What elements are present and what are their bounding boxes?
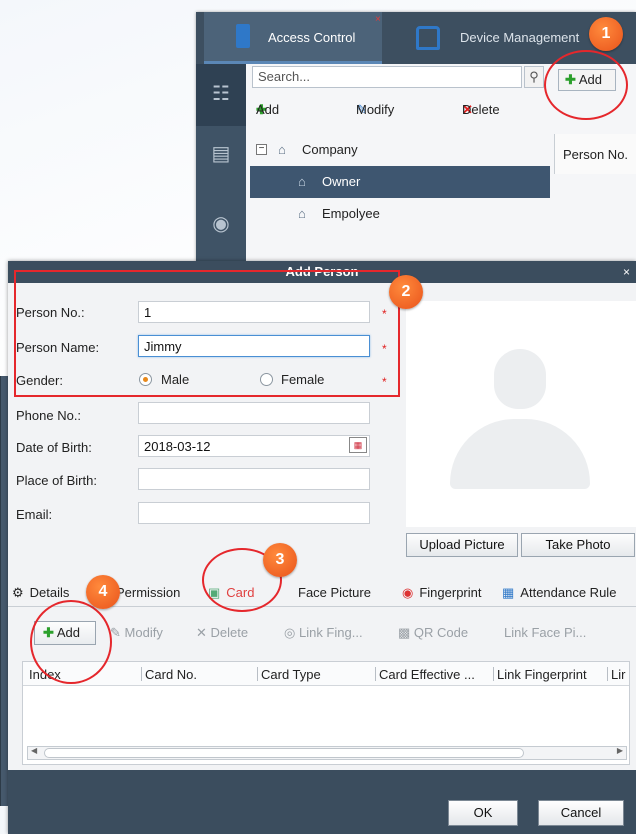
search-input[interactable]: Search...	[252, 66, 522, 88]
tab-permission[interactable]: Permission	[116, 585, 180, 600]
highlight-ring-add-card	[30, 600, 112, 684]
step-badge: 4	[86, 575, 120, 609]
column-header-link-face[interactable]: Lir	[611, 667, 625, 682]
tab-label: Permission	[116, 585, 181, 600]
organization-icon: ☷	[212, 83, 230, 105]
card-table: Index Card No. Card Type Card Effective …	[22, 661, 630, 765]
ok-button[interactable]: OK	[448, 800, 518, 826]
home-icon: ⌂	[298, 174, 306, 189]
fingerprint-icon: ◉	[402, 585, 414, 600]
tab-access-control-label: Access Control	[268, 30, 356, 45]
tab-attendance-rule[interactable]: ▦ Attendance Rule	[502, 585, 616, 601]
qr-code-button[interactable]: ▩ QR Code	[398, 625, 468, 641]
organization-tree: − ⌂ Company ⌂ Owner ⌂ Empolyee	[250, 134, 550, 262]
scroll-left-icon[interactable]: ◀	[31, 746, 37, 755]
calendar-icon[interactable]: ▦	[349, 437, 367, 453]
person-photo-placeholder	[406, 301, 636, 527]
phone-input[interactable]	[138, 402, 370, 424]
tree-item-owner[interactable]: ⌂ Owner	[250, 166, 550, 198]
column-header-card-no[interactable]: Card No.	[145, 667, 197, 682]
home-icon: ⌂	[278, 142, 286, 157]
horizontal-scrollbar[interactable]: ◀ ▶	[27, 746, 627, 760]
home-icon: ⌂	[298, 206, 306, 221]
delete-icon: ✕	[196, 625, 207, 640]
column-divider	[257, 667, 258, 681]
cancel-button[interactable]: Cancel	[538, 800, 624, 826]
column-header-card-type[interactable]: Card Type	[261, 667, 321, 682]
delete-person-label: Delete	[462, 102, 500, 117]
qr-code-label: QR Code	[413, 625, 469, 640]
tab-device-management-label: Device Management	[460, 30, 580, 45]
step-badge: 3	[263, 543, 297, 577]
tree-item-label: Empolyee	[322, 206, 380, 221]
close-tab-icon[interactable]: ×	[375, 14, 381, 25]
tab-label: Attendance Rule	[520, 585, 617, 600]
step-badge: 2	[389, 275, 423, 309]
pob-input[interactable]	[138, 468, 370, 490]
modify-card-label: Modify	[124, 625, 163, 640]
person-no-column-header[interactable]: Person No.	[554, 134, 636, 174]
background-window: Access Control × Device Management ☷ ▤ ◉…	[196, 12, 636, 262]
link-face-label: Link Face Pi...	[504, 625, 587, 640]
modify-card-button[interactable]: ✎ Modify	[110, 625, 163, 641]
scrollbar-thumb[interactable]	[44, 748, 524, 758]
tab-label: Details	[29, 585, 70, 600]
tree-item-label: Company	[302, 142, 358, 157]
column-header-card-effective[interactable]: Card Effective ...	[379, 667, 475, 682]
qr-code-icon: ▩	[398, 625, 411, 640]
column-divider	[493, 667, 494, 681]
tab-label: Fingerprint	[419, 585, 482, 600]
take-photo-button[interactable]: Take Photo	[521, 533, 635, 557]
tab-face-picture[interactable]: Face Picture	[298, 585, 371, 600]
fingerprint-icon: ◎	[284, 625, 296, 640]
camera-icon[interactable]: ◉	[209, 212, 233, 236]
step-badge: 1	[589, 17, 623, 51]
tab-access-control[interactable]: Access Control ×	[204, 12, 382, 64]
highlight-ring-add	[544, 50, 628, 120]
background-panel-edge	[0, 376, 8, 806]
modify-person-label: Modify	[356, 102, 395, 117]
dialog-footer: OK Cancel	[8, 770, 636, 834]
link-fingerprint-button[interactable]: ◎ Link Fing...	[284, 625, 363, 641]
dob-input[interactable]	[138, 435, 370, 457]
column-header-link-fingerprint[interactable]: Link Fingerprint	[497, 667, 587, 682]
device-icon	[416, 26, 440, 50]
tab-details[interactable]: ⚙ Details	[12, 585, 69, 601]
dob-label: Date of Birth:	[16, 440, 92, 455]
email-input[interactable]	[138, 502, 370, 524]
phone-label: Phone No.:	[16, 408, 82, 423]
email-label: Email:	[16, 507, 53, 522]
link-fingerprint-label: Link Fing...	[298, 625, 363, 640]
tree-item-label: Owner	[322, 174, 361, 189]
tab-label: Face Picture	[298, 585, 371, 600]
delete-card-button[interactable]: ✕ Delete	[196, 625, 248, 641]
column-divider	[607, 667, 608, 681]
tree-item-employee[interactable]: ⌂ Empolyee	[250, 198, 550, 230]
clipboard-icon[interactable]: ▤	[209, 142, 233, 166]
add-person-label: Add	[256, 102, 280, 117]
column-divider	[141, 667, 142, 681]
add-person-dialog: Add Person × Person No.: * Person Name: …	[8, 261, 636, 834]
calendar-grid-icon: ▦	[502, 585, 515, 600]
tab-fingerprint[interactable]: ◉ Fingerprint	[402, 585, 481, 601]
avatar-head-icon	[494, 349, 546, 409]
close-icon[interactable]: ×	[623, 261, 630, 283]
left-sidebar: ☷ ▤ ◉	[196, 64, 246, 262]
tree-item-company[interactable]: − ⌂ Company	[250, 134, 550, 166]
scroll-right-icon[interactable]: ▶	[617, 746, 623, 755]
gear-icon: ⚙	[12, 585, 24, 600]
highlight-box-required-fields	[14, 270, 400, 397]
column-divider	[375, 667, 376, 681]
upload-picture-button[interactable]: Upload Picture	[406, 533, 518, 557]
pob-label: Place of Birth:	[16, 473, 97, 488]
card-table-header: Index Card No. Card Type Card Effective …	[23, 662, 629, 686]
link-face-picture-button[interactable]: Link Face Pi...	[504, 625, 586, 640]
avatar-body-icon	[450, 419, 590, 489]
delete-card-label: Delete	[210, 625, 249, 640]
sidebar-item-organization[interactable]: ☷	[196, 64, 246, 126]
door-icon	[236, 24, 250, 48]
collapse-icon[interactable]: −	[256, 144, 267, 155]
search-icon[interactable]: ⚲	[524, 66, 544, 88]
